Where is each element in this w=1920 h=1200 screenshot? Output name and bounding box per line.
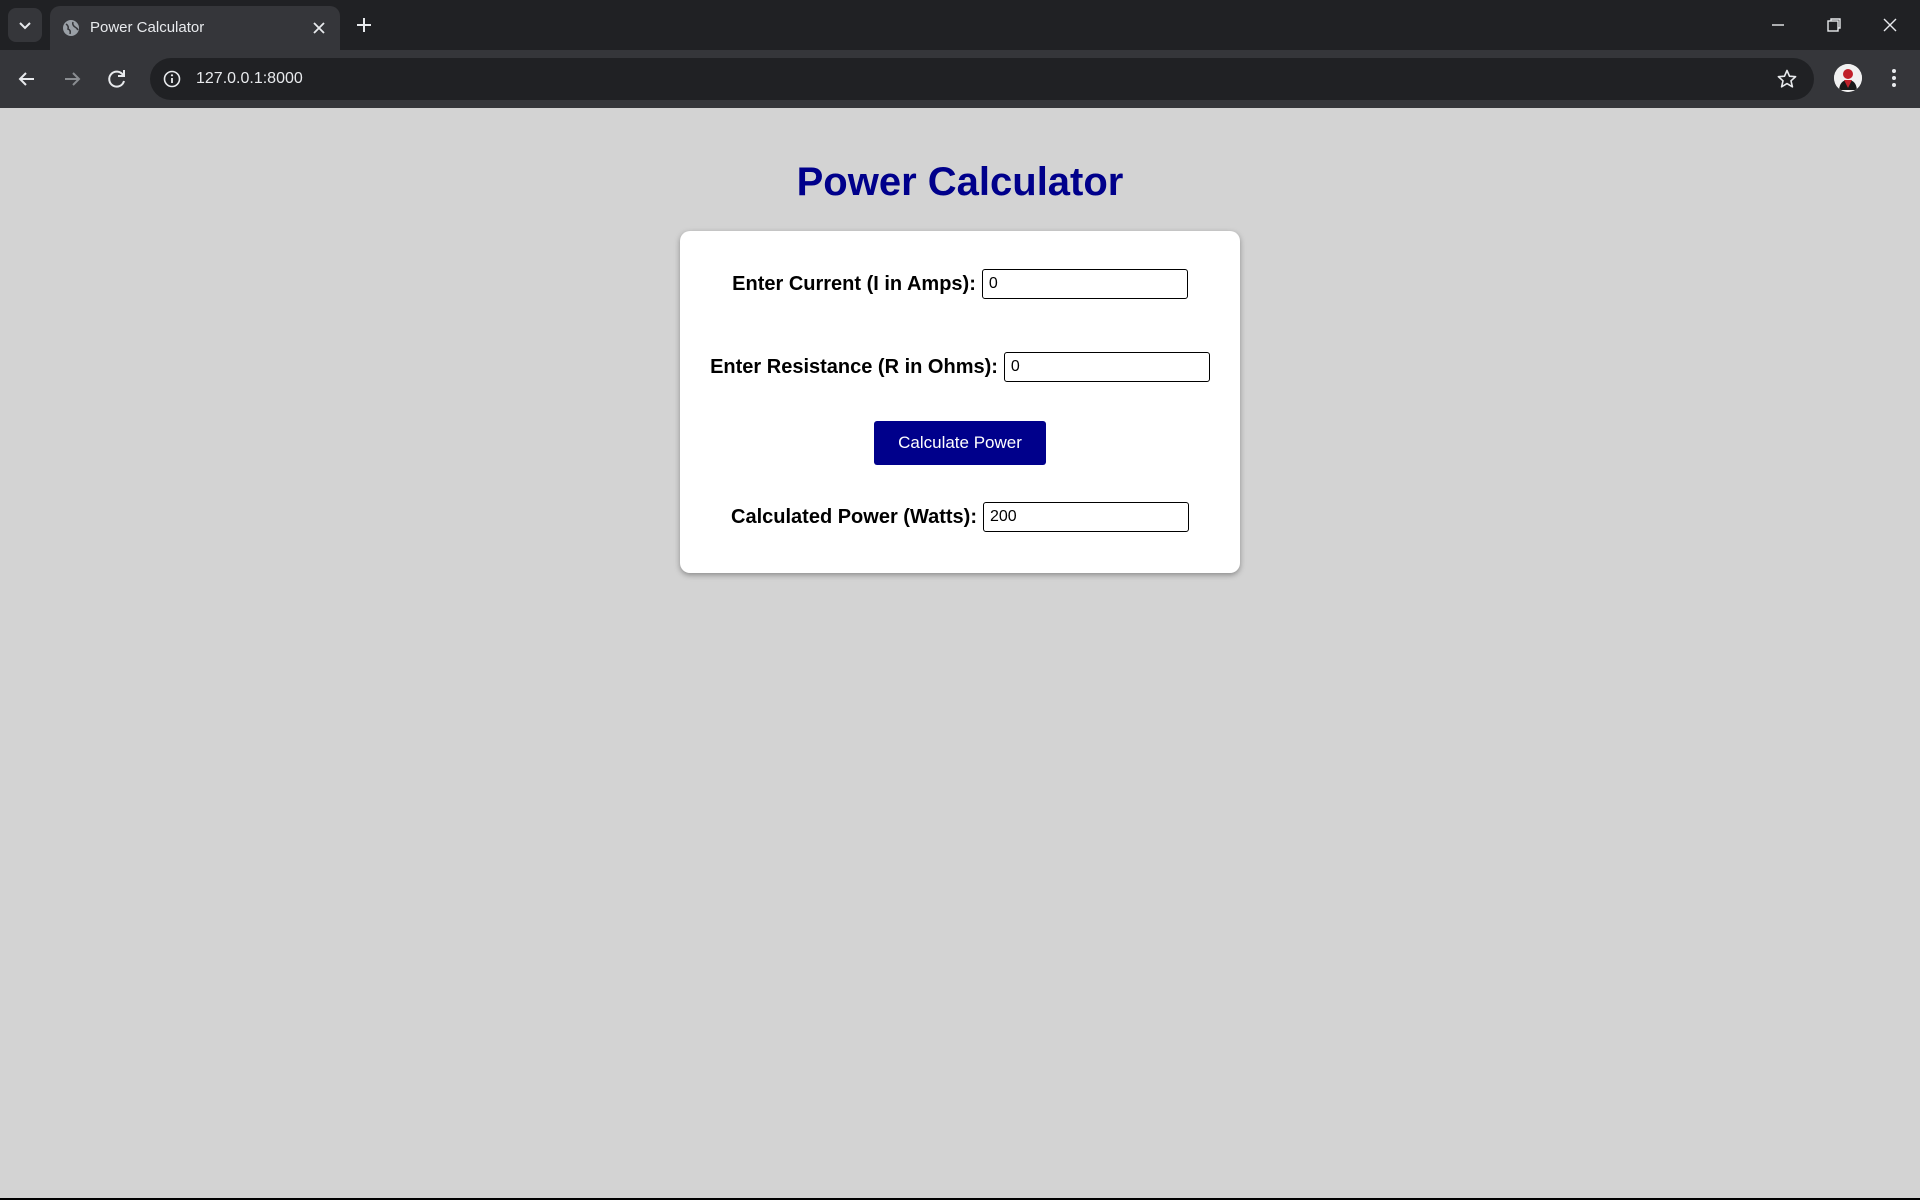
bookmark-star-icon[interactable] [1776, 68, 1798, 90]
resistance-input[interactable] [1003, 352, 1210, 382]
resistance-label: Enter Resistance (R in Ohms): [710, 355, 998, 378]
window-close-icon[interactable] [1878, 13, 1902, 37]
back-arrow-icon[interactable] [14, 66, 40, 92]
calculate-power-button[interactable]: Calculate Power [874, 421, 1046, 465]
avatar-image-icon [1834, 64, 1862, 92]
power-label: Calculated Power (Watts): [731, 505, 977, 528]
power-row: Calculated Power (Watts): [680, 502, 1240, 532]
restore-icon[interactable] [1822, 13, 1846, 37]
minimize-icon[interactable] [1766, 13, 1790, 37]
close-icon[interactable] [310, 19, 328, 37]
current-label: Enter Current (I in Amps): [732, 272, 976, 295]
reload-icon[interactable] [104, 66, 130, 92]
globe-icon [63, 20, 79, 36]
chevron-down-icon [19, 22, 31, 30]
site-info-icon[interactable] [162, 69, 182, 89]
browser-toolbar: 127.0.0.1:8000 [0, 50, 1920, 108]
current-input[interactable] [981, 269, 1188, 299]
browser-tab-bar: Power Calculator [0, 0, 1920, 50]
url-text: 127.0.0.1:8000 [196, 70, 303, 87]
profile-avatar[interactable] [1834, 64, 1862, 92]
current-row: Enter Current (I in Amps): [680, 269, 1240, 299]
forward-arrow-icon[interactable] [59, 66, 85, 92]
page-title: Power Calculator [796, 160, 1124, 204]
new-tab-icon[interactable] [352, 13, 376, 37]
more-menu-icon[interactable] [1882, 66, 1906, 90]
calculator-card: Enter Current (I in Amps): Enter Resista… [680, 231, 1240, 573]
page-content: Power Calculator Enter Current (I in Amp… [0, 108, 1920, 1198]
tab-title: Power Calculator [90, 19, 205, 36]
tab-search-button[interactable] [8, 8, 42, 42]
power-output[interactable] [982, 502, 1189, 532]
browser-tab[interactable]: Power Calculator [50, 6, 340, 50]
address-bar[interactable]: 127.0.0.1:8000 [150, 58, 1814, 100]
resistance-row: Enter Resistance (R in Ohms): [680, 352, 1240, 382]
